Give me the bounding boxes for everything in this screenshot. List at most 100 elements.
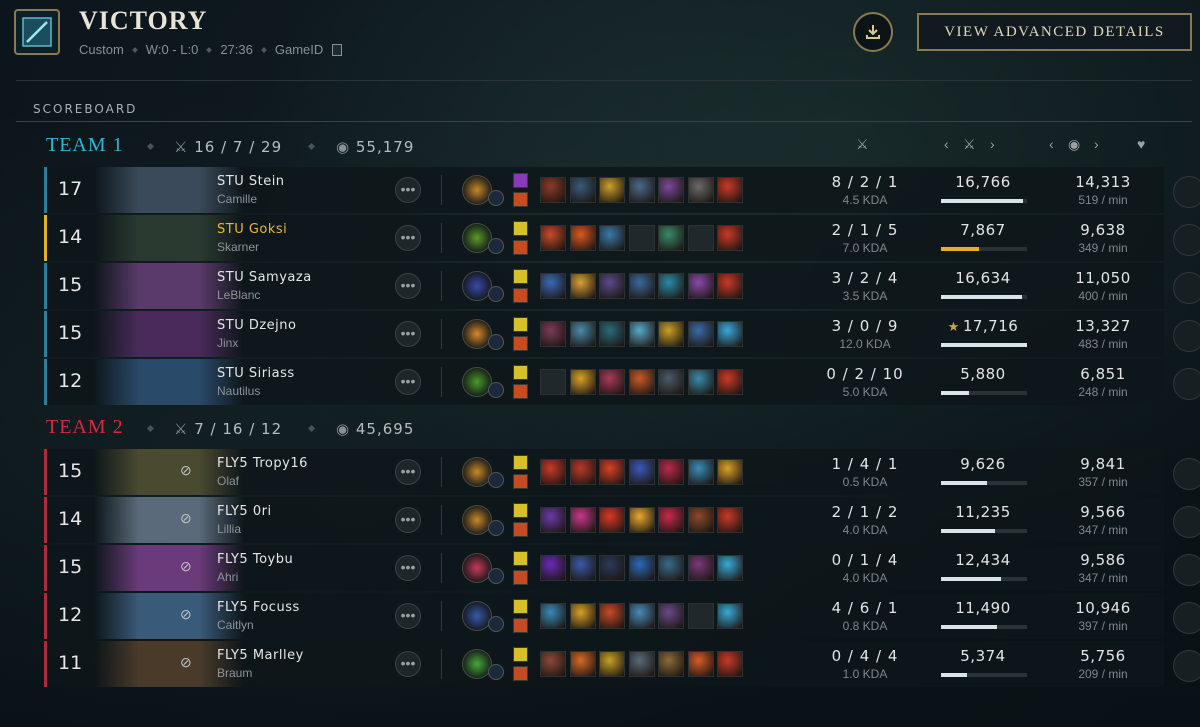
item-slot[interactable] xyxy=(599,555,625,581)
item-slot[interactable] xyxy=(658,177,684,203)
player-name[interactable]: STU Goksi xyxy=(217,222,287,237)
player-row[interactable]: 12 ⊘ FLY5 Focuss Caitlyn ••• 4 / 6 / 1 0… xyxy=(44,593,1200,639)
honor-button[interactable] xyxy=(1173,224,1200,256)
summoner-spell-icon[interactable] xyxy=(513,647,528,662)
summoner-spell-icon[interactable] xyxy=(513,317,528,332)
player-name[interactable]: FLY5 Focuss xyxy=(217,600,300,615)
item-slot[interactable] xyxy=(658,321,684,347)
item-slot[interactable] xyxy=(540,273,566,299)
more-options-button[interactable]: ••• xyxy=(395,651,421,677)
item-slot[interactable] xyxy=(717,273,743,299)
player-name[interactable]: FLY5 Marlley xyxy=(217,648,304,663)
more-options-button[interactable]: ••• xyxy=(395,369,421,395)
chat-muted-icon[interactable]: ⊘ xyxy=(180,558,200,578)
item-slot[interactable] xyxy=(687,225,714,251)
honor-button[interactable] xyxy=(1173,272,1200,304)
item-slot[interactable] xyxy=(717,459,743,485)
item-slot[interactable] xyxy=(599,369,625,395)
damage-next-icon[interactable]: › xyxy=(990,136,995,152)
item-slot[interactable] xyxy=(658,603,684,629)
item-slot[interactable] xyxy=(687,459,714,485)
summoner-spell-icon[interactable] xyxy=(513,503,528,518)
secondary-rune-icon[interactable] xyxy=(488,568,504,584)
item-slot[interactable] xyxy=(628,369,655,395)
more-options-button[interactable]: ••• xyxy=(395,273,421,299)
player-row[interactable]: 15 STU Samyaza LeBlanc ••• 3 / 2 / 4 3.5… xyxy=(44,263,1200,309)
item-slot[interactable] xyxy=(540,225,566,251)
summoner-spell-icon[interactable] xyxy=(513,384,528,399)
summoner-spell-icon[interactable] xyxy=(513,599,528,614)
item-slot[interactable] xyxy=(628,651,655,677)
view-advanced-details-button[interactable]: VIEW ADVANCED DETAILS xyxy=(917,13,1192,51)
player-name[interactable]: STU Dzejno xyxy=(217,318,296,333)
summoner-spell-icon[interactable] xyxy=(513,288,528,303)
item-slot[interactable] xyxy=(687,369,714,395)
gold-prev-icon[interactable]: ‹ xyxy=(1049,136,1054,152)
player-row[interactable]: 15 STU Dzejno Jinx ••• 3 / 0 / 9 12.0 KD… xyxy=(44,311,1200,357)
more-options-button[interactable]: ••• xyxy=(395,507,421,533)
secondary-rune-icon[interactable] xyxy=(488,286,504,302)
item-slot[interactable] xyxy=(569,459,596,485)
summoner-spell-icon[interactable] xyxy=(513,269,528,284)
player-row[interactable]: 14 STU Goksi Skarner ••• 2 / 1 / 5 7.0 K… xyxy=(44,215,1200,261)
item-slot[interactable] xyxy=(687,177,714,203)
item-slot[interactable] xyxy=(540,177,566,203)
item-slot[interactable] xyxy=(658,225,684,251)
chat-muted-icon[interactable]: ⊘ xyxy=(180,510,200,530)
summoner-spell-icon[interactable] xyxy=(513,474,528,489)
item-slot[interactable] xyxy=(687,555,714,581)
download-button[interactable] xyxy=(853,12,893,52)
honor-button[interactable] xyxy=(1173,506,1200,538)
item-slot[interactable] xyxy=(569,603,596,629)
damage-prev-icon[interactable]: ‹ xyxy=(944,136,949,152)
item-slot[interactable] xyxy=(658,555,684,581)
item-slot[interactable] xyxy=(569,651,596,677)
secondary-rune-icon[interactable] xyxy=(488,190,504,206)
honor-button[interactable] xyxy=(1173,650,1200,682)
summoner-spell-icon[interactable] xyxy=(513,666,528,681)
summoner-spell-icon[interactable] xyxy=(513,173,528,188)
copy-icon[interactable] xyxy=(332,43,343,56)
player-name[interactable]: FLY5 0ri xyxy=(217,504,272,519)
player-name[interactable]: STU Siriass xyxy=(217,366,295,381)
item-slot[interactable] xyxy=(717,177,743,203)
item-slot[interactable] xyxy=(658,369,684,395)
chat-muted-icon[interactable]: ⊘ xyxy=(180,462,200,482)
item-slot[interactable] xyxy=(540,369,566,395)
summoner-spell-icon[interactable] xyxy=(513,522,528,537)
item-slot[interactable] xyxy=(599,321,625,347)
chat-muted-icon[interactable]: ⊘ xyxy=(180,606,200,626)
item-slot[interactable] xyxy=(599,603,625,629)
item-slot[interactable] xyxy=(569,555,596,581)
item-slot[interactable] xyxy=(540,603,566,629)
item-slot[interactable] xyxy=(599,507,625,533)
summoner-spell-icon[interactable] xyxy=(513,192,528,207)
item-slot[interactable] xyxy=(717,369,743,395)
item-slot[interactable] xyxy=(628,273,655,299)
player-row[interactable]: 14 ⊘ FLY5 0ri Lillia ••• 2 / 1 / 2 4.0 K… xyxy=(44,497,1200,543)
item-slot[interactable] xyxy=(540,459,566,485)
item-slot[interactable] xyxy=(687,507,714,533)
item-slot[interactable] xyxy=(687,273,714,299)
honor-button[interactable] xyxy=(1173,368,1200,400)
item-slot[interactable] xyxy=(599,225,625,251)
item-slot[interactable] xyxy=(628,459,655,485)
item-slot[interactable] xyxy=(687,651,714,677)
item-slot[interactable] xyxy=(540,321,566,347)
secondary-rune-icon[interactable] xyxy=(488,334,504,350)
secondary-rune-icon[interactable] xyxy=(488,520,504,536)
item-slot[interactable] xyxy=(569,369,596,395)
secondary-rune-icon[interactable] xyxy=(488,382,504,398)
summoner-spell-icon[interactable] xyxy=(513,551,528,566)
chat-muted-icon[interactable]: ⊘ xyxy=(180,654,200,674)
item-slot[interactable] xyxy=(658,273,684,299)
item-slot[interactable] xyxy=(658,507,684,533)
player-row[interactable]: 15 ⊘ FLY5 Toybu Ahri ••• 0 / 1 / 4 4.0 K… xyxy=(44,545,1200,591)
item-slot[interactable] xyxy=(569,321,596,347)
item-slot[interactable] xyxy=(540,507,566,533)
more-options-button[interactable]: ••• xyxy=(395,225,421,251)
player-name[interactable]: FLY5 Toybu xyxy=(217,552,293,567)
item-slot[interactable] xyxy=(599,459,625,485)
item-slot[interactable] xyxy=(628,507,655,533)
item-slot[interactable] xyxy=(658,651,684,677)
